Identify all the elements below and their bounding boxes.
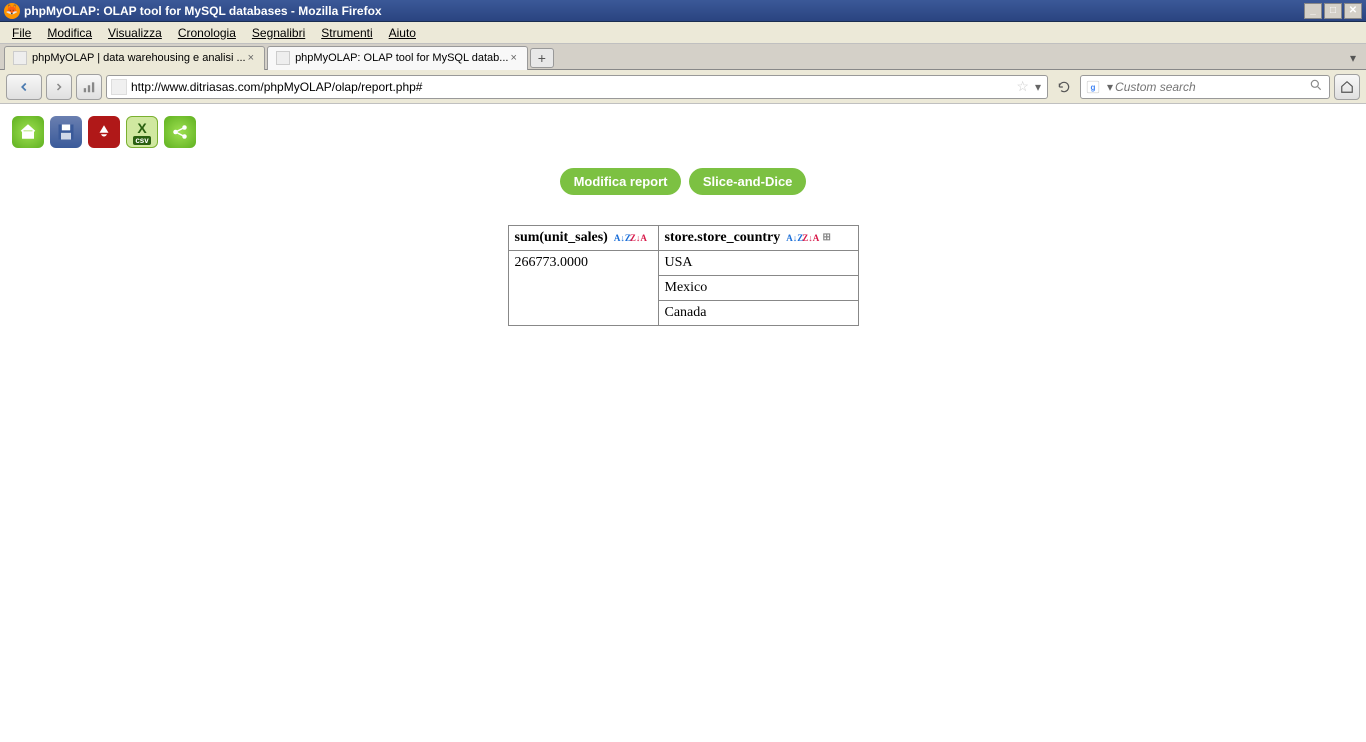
tab-1[interactable]: phpMyOLAP: OLAP tool for MySQL datab... … — [267, 46, 528, 70]
slice-and-dice-button[interactable]: Slice-and-Dice — [689, 168, 807, 195]
new-tab-button[interactable]: + — [530, 48, 554, 68]
home-icon — [1340, 80, 1354, 94]
search-go-icon[interactable] — [1307, 78, 1325, 95]
sort-desc-icon[interactable]: Z↓A — [804, 231, 818, 245]
menu-bookmarks[interactable]: Segnalibri — [244, 24, 313, 42]
activity-button[interactable] — [76, 74, 102, 100]
favicon-icon — [13, 51, 27, 65]
chart-icon — [82, 80, 96, 94]
modify-report-button[interactable]: Modifica report — [560, 168, 682, 195]
arrow-right-icon — [53, 81, 65, 93]
menu-view[interactable]: Visualizza — [100, 24, 170, 42]
report-home-button[interactable] — [12, 116, 44, 148]
reload-icon — [1057, 80, 1071, 94]
tab-label: phpMyOLAP: OLAP tool for MySQL datab... — [295, 52, 508, 64]
url-dropdown-icon[interactable]: ▾ — [1033, 80, 1043, 94]
svg-text:g: g — [1091, 82, 1096, 91]
menubar: File Modifica Visualizza Cronologia Segn… — [0, 22, 1366, 44]
home-button[interactable] — [1334, 74, 1360, 100]
search-bar[interactable]: g ▾ — [1080, 75, 1330, 99]
menu-history[interactable]: Cronologia — [170, 24, 244, 42]
csv-x-label: X — [137, 120, 146, 136]
close-button[interactable]: ✕ — [1344, 3, 1362, 19]
drill-icon[interactable]: ⊞ — [820, 231, 834, 245]
csv-label: csv — [133, 136, 150, 145]
report-table: sum(unit_sales) A↓Z Z↓A store.store_coun… — [508, 225, 859, 326]
minimize-button[interactable]: _ — [1304, 3, 1322, 19]
tab-0[interactable]: phpMyOLAP | data warehousing e analisi .… — [4, 46, 265, 70]
search-engine-dropdown-icon[interactable]: ▾ — [1105, 80, 1115, 94]
favicon-icon — [276, 51, 290, 65]
menu-file[interactable]: File — [4, 24, 39, 42]
tabbar: phpMyOLAP | data warehousing e analisi .… — [0, 44, 1366, 70]
url-input[interactable] — [131, 77, 1012, 97]
page-content: X csv Modifica report Slice-and-Dice sum… — [0, 104, 1366, 341]
back-button[interactable] — [6, 74, 42, 100]
header-measure: sum(unit_sales) A↓Z Z↓A — [508, 226, 658, 251]
header-dimension-label: store.store_country — [665, 230, 781, 245]
cell-dimension: Mexico — [658, 276, 858, 301]
table-row: 266773.0000 USA — [508, 251, 858, 276]
navbar: ☆ ▾ g ▾ — [0, 70, 1366, 104]
share-button[interactable] — [164, 116, 196, 148]
window-title: phpMyOLAP: OLAP tool for MySQL databases… — [24, 4, 382, 18]
sort-asc-icon[interactable]: A↓Z — [615, 231, 629, 245]
tab-close-icon[interactable]: × — [246, 52, 256, 64]
report-toolbar: X csv — [12, 116, 1354, 148]
export-csv-button[interactable]: X csv — [126, 116, 158, 148]
header-dimension: store.store_country A↓Z Z↓A ⊞ — [658, 226, 858, 251]
maximize-button[interactable]: □ — [1324, 3, 1342, 19]
pdf-icon — [95, 123, 113, 141]
search-input[interactable] — [1115, 80, 1307, 94]
menu-edit[interactable]: Modifica — [39, 24, 100, 42]
save-button[interactable] — [50, 116, 82, 148]
firefox-icon: 🦊 — [4, 3, 20, 19]
cell-measure: 266773.0000 — [508, 251, 658, 326]
window-titlebar: 🦊 phpMyOLAP: OLAP tool for MySQL databas… — [0, 0, 1366, 22]
arrow-left-icon — [17, 80, 31, 94]
menu-help[interactable]: Aiuto — [381, 24, 424, 42]
sort-desc-icon[interactable]: Z↓A — [631, 231, 645, 245]
tab-label: phpMyOLAP | data warehousing e analisi .… — [32, 52, 246, 64]
bookmark-star-icon[interactable]: ☆ — [1012, 78, 1033, 95]
header-measure-label: sum(unit_sales) — [515, 230, 608, 245]
action-buttons: Modifica report Slice-and-Dice — [12, 168, 1354, 195]
cell-dimension: USA — [658, 251, 858, 276]
tabs-dropdown-icon[interactable]: ▾ — [1344, 51, 1362, 65]
share-icon — [171, 123, 189, 141]
home-icon — [19, 123, 37, 141]
google-icon: g — [1085, 79, 1101, 95]
floppy-icon — [56, 122, 76, 142]
forward-button[interactable] — [46, 74, 72, 100]
tab-close-icon[interactable]: × — [508, 52, 518, 64]
cell-dimension: Canada — [658, 301, 858, 326]
reload-button[interactable] — [1052, 75, 1076, 99]
export-pdf-button[interactable] — [88, 116, 120, 148]
menu-tools[interactable]: Strumenti — [313, 24, 380, 42]
sort-asc-icon[interactable]: A↓Z — [788, 231, 802, 245]
page-favicon-icon — [111, 79, 127, 95]
url-bar[interactable]: ☆ ▾ — [106, 75, 1048, 99]
